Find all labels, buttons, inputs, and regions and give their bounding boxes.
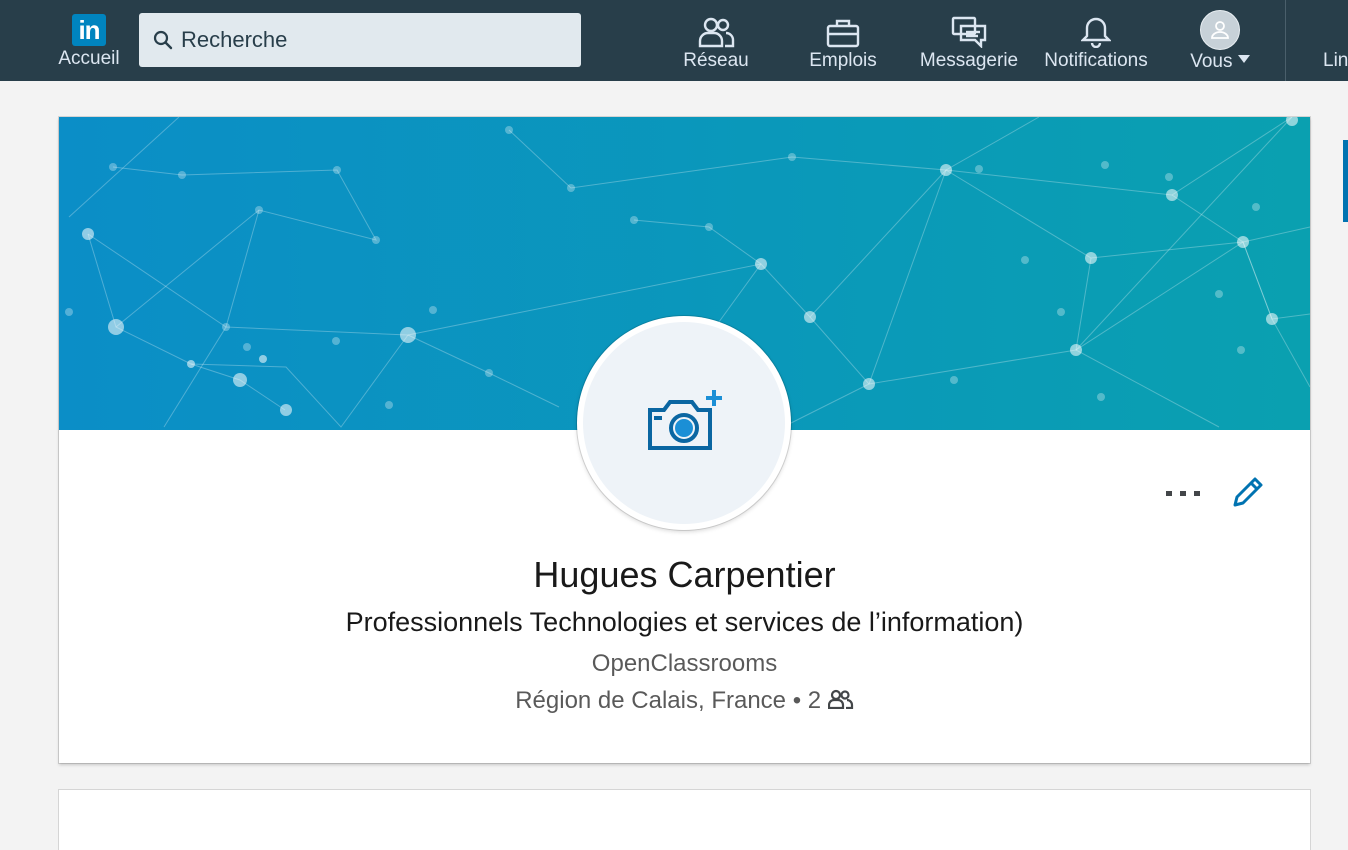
nav-home-label: Accueil	[58, 48, 120, 69]
nav-home[interactable]: in Accueil	[57, 0, 121, 81]
search-placeholder: Recherche	[181, 27, 288, 52]
people-icon	[827, 689, 853, 710]
nav-divider	[1285, 0, 1286, 81]
nav-me-label: Vous	[1190, 51, 1233, 72]
nav-messaging-label: Messagerie	[919, 50, 1019, 71]
profile-photo-frame	[577, 316, 791, 530]
nav-network-label: Réseau	[683, 50, 749, 71]
user-silhouette-icon	[1211, 21, 1229, 39]
caret-down-icon	[1237, 55, 1250, 63]
add-profile-photo-button[interactable]	[583, 322, 785, 524]
connections-count: 2	[807, 687, 822, 714]
side-card-edge	[1343, 140, 1348, 222]
briefcase-icon	[826, 19, 860, 48]
top-nav-bar: in Accueil Recherche Réseau Emplois Mess…	[0, 0, 1348, 81]
nav-more-cut[interactable]: Lin	[1323, 0, 1348, 81]
search-icon	[153, 30, 173, 50]
profile-name: Hugues Carpentier	[533, 554, 836, 595]
nav-jobs-label: Emplois	[809, 50, 877, 71]
nav-cut-label: Lin	[1323, 50, 1348, 71]
search-input[interactable]: Recherche	[139, 13, 581, 67]
nav-me[interactable]: Vous	[1188, 0, 1252, 81]
messaging-icon	[951, 16, 987, 48]
pencil-icon	[1233, 477, 1263, 507]
next-section-card	[59, 790, 1310, 850]
avatar	[1200, 10, 1240, 50]
profile-location-line: Région de Calais, France • 2	[59, 687, 1310, 715]
profile-location: Région de Calais, France	[515, 687, 787, 714]
people-icon	[698, 17, 735, 48]
nav-jobs[interactable]: Emplois	[803, 0, 883, 81]
profile-card: Hugues Carpentier Professionnels Technol…	[59, 117, 1310, 763]
camera-plus-icon	[648, 390, 722, 450]
profile-company[interactable]: OpenClassrooms	[59, 650, 1310, 678]
bell-icon	[1081, 17, 1111, 48]
nav-notifications-label: Notifications	[1044, 50, 1148, 71]
separator-dot: •	[792, 687, 802, 714]
profile-headline: Professionnels Technologies et services …	[345, 607, 1024, 637]
edit-profile-button[interactable]	[1227, 473, 1267, 513]
nav-messaging[interactable]: Messagerie	[920, 0, 1018, 81]
nav-network[interactable]: Réseau	[676, 0, 756, 81]
connections-link[interactable]: 2	[808, 687, 854, 714]
ellipsis-icon	[1166, 491, 1200, 496]
nav-notifications[interactable]: Notifications	[1040, 0, 1152, 81]
linkedin-logo-icon: in	[72, 14, 106, 46]
more-actions-button[interactable]	[1163, 475, 1203, 511]
